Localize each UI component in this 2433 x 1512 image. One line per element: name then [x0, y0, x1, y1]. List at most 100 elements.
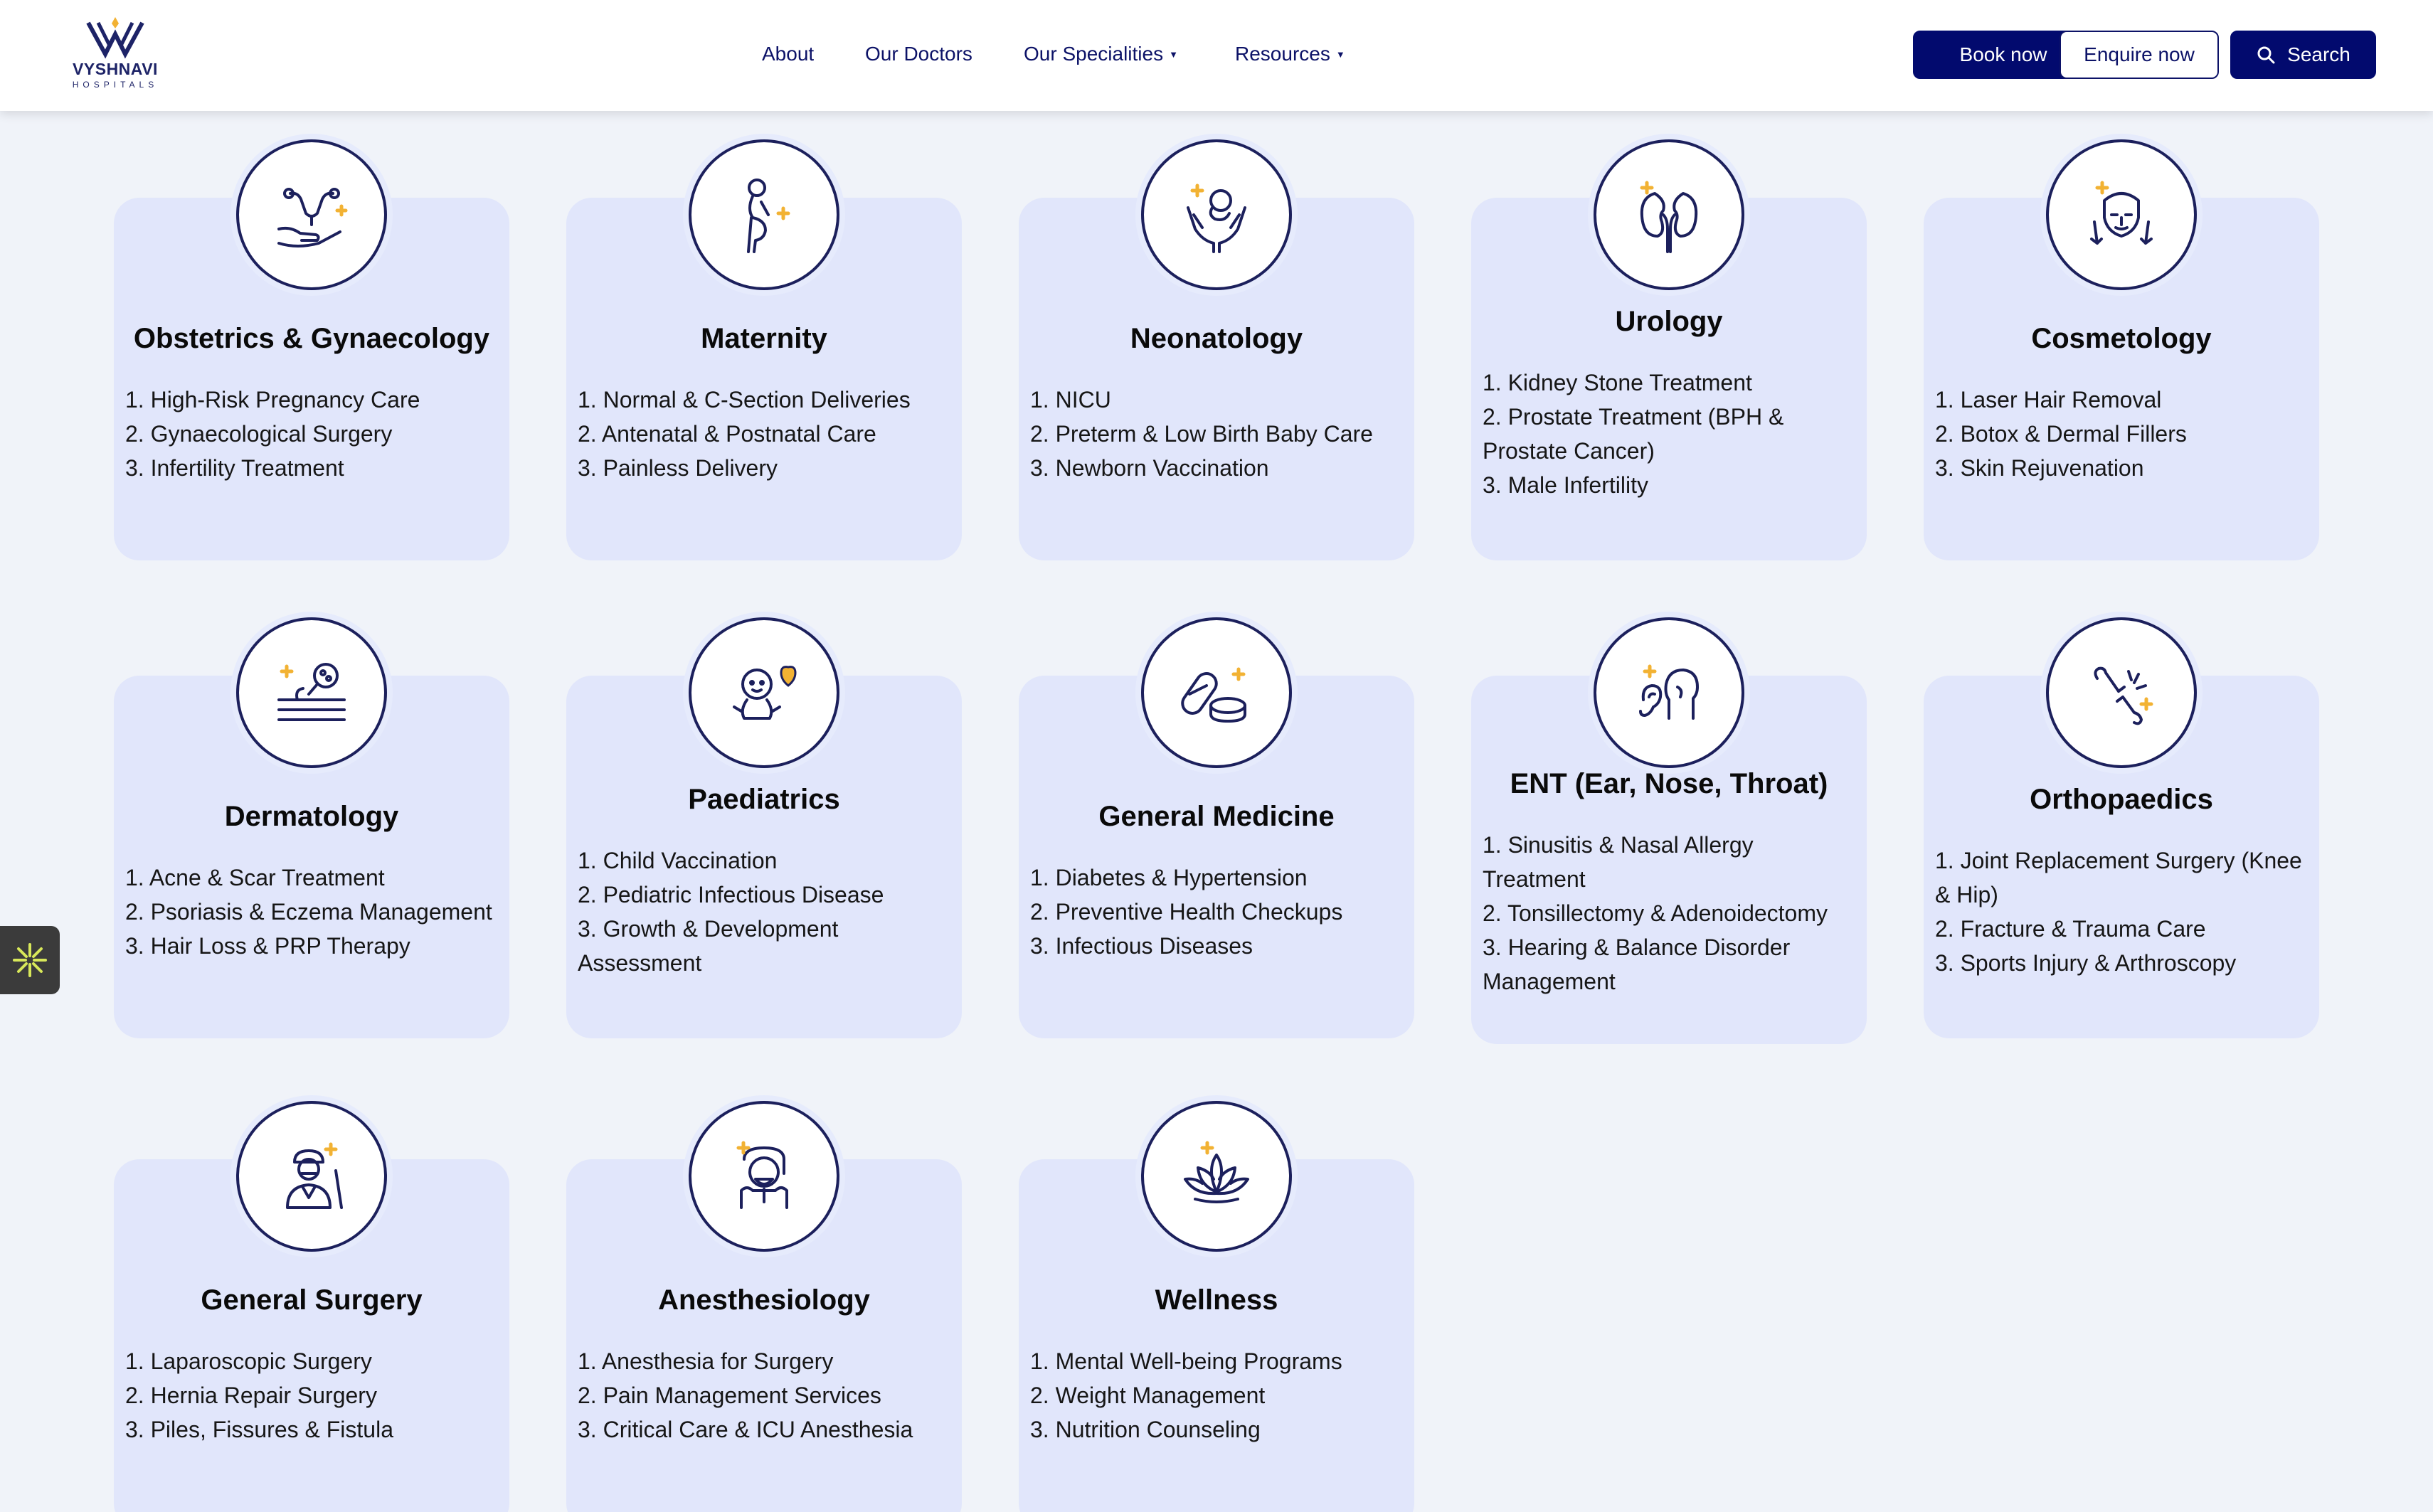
service-item: 1. Child Vaccination: [578, 848, 778, 873]
speciality-card-wellness[interactable]: Wellness 1. Mental Well-being Programs 2…: [1019, 1095, 1414, 1512]
icon-badge: [1135, 134, 1298, 296]
speciality-card-dermatology[interactable]: Dermatology 1. Acne & Scar Treatment 2. …: [114, 612, 509, 1038]
service-item: 1. Laser Hair Removal: [1935, 387, 2162, 412]
nav-our-specialities-label: Our Specialities: [1024, 43, 1164, 65]
speciality-card-cosmetology[interactable]: Cosmetology 1. Laser Hair Removal 2. Bot…: [1924, 134, 2319, 560]
accessibility-widget-button[interactable]: [0, 926, 60, 994]
bone-fracture-icon: [2094, 666, 2153, 725]
service-item: 3. Male Infertility: [1483, 472, 1648, 498]
search-button[interactable]: Search: [2230, 31, 2376, 79]
service-item: 3. Sports Injury & Arthroscopy: [1935, 950, 2237, 976]
ear-head-icon: [1639, 664, 1699, 720]
service-list: 1. Anesthesia for Surgery 2. Pain Manage…: [578, 1344, 955, 1447]
service-item: 1. Mental Well-being Programs: [1030, 1348, 1342, 1374]
service-item: 1. Laparoscopic Surgery: [125, 1348, 372, 1374]
service-list: 1. High-Risk Pregnancy Care 2. Gynaecolo…: [125, 383, 502, 485]
icon-badge: [683, 1095, 845, 1257]
nav-resources[interactable]: Resources ▼: [1235, 43, 1345, 65]
service-item: 1. Joint Replacement Surgery (Knee & Hip…: [1935, 848, 2302, 907]
service-item: 1. Normal & C-Section Deliveries: [578, 387, 911, 412]
icon-badge: [1588, 612, 1750, 774]
service-item: 2. Hernia Repair Surgery: [125, 1383, 377, 1408]
card-title: Orthopaedics: [2030, 784, 2213, 815]
logo-mark-icon: [86, 17, 144, 59]
service-item: 3. Infertility Treatment: [125, 455, 344, 481]
service-list: 1. NICU 2. Preterm & Low Birth Baby Care…: [1030, 383, 1407, 485]
service-item: 3. Infectious Diseases: [1030, 933, 1253, 959]
sparkle-icon: [13, 943, 47, 977]
icon-badge: [1135, 612, 1298, 774]
nav-about[interactable]: About: [762, 43, 814, 65]
service-item: 3. Nutrition Counseling: [1030, 1417, 1261, 1442]
speciality-card-general-medicine[interactable]: General Medicine 1. Diabetes & Hypertens…: [1019, 612, 1414, 1038]
nav-our-specialities[interactable]: Our Specialities ▼: [1024, 43, 1178, 65]
uterus-hand-icon: [277, 188, 348, 247]
baby-in-hands-icon: [1187, 183, 1246, 253]
service-list: 1. Sinusitis & Nasal Allergy Treatment 2…: [1483, 828, 1860, 999]
service-item: 2. Psoriasis & Eczema Management: [125, 899, 492, 925]
service-item: 3. Hair Loss & PRP Therapy: [125, 933, 410, 959]
service-item: 2. Prostate Treatment (BPH & Prostate Ca…: [1483, 404, 1784, 464]
service-item: 3. Hearing & Balance Disorder Management: [1483, 935, 1791, 994]
service-item: 3. Piles, Fissures & Fistula: [125, 1417, 393, 1442]
service-item: 1. High-Risk Pregnancy Care: [125, 387, 420, 412]
chevron-down-icon: ▼: [1169, 49, 1178, 60]
skin-magnifier-icon: [277, 663, 346, 721]
service-list: 1. Laparoscopic Surgery 2. Hernia Repair…: [125, 1344, 502, 1447]
icon-badge: [230, 134, 393, 296]
card-title: Neonatology: [1130, 323, 1303, 354]
service-item: 1. Anesthesia for Surgery: [578, 1348, 834, 1374]
service-item: 2. Pain Management Services: [578, 1383, 881, 1408]
hospital-logo[interactable]: VYSHNAVI HOSPITALS: [64, 17, 166, 94]
service-item: 3. Skin Rejuvenation: [1935, 455, 2144, 481]
service-list: 1. Acne & Scar Treatment 2. Psoriasis & …: [125, 861, 502, 963]
service-item: 3. Painless Delivery: [578, 455, 778, 481]
search-button-label: Search: [2287, 43, 2350, 65]
service-item: 1. Acne & Scar Treatment: [125, 865, 385, 890]
card-title: Paediatrics: [688, 784, 840, 815]
speciality-card-anesthesiology[interactable]: Anesthesiology 1. Anesthesia for Surgery…: [566, 1095, 962, 1512]
icon-badge: [230, 1095, 393, 1257]
service-item: 2. Antenatal & Postnatal Care: [578, 421, 876, 447]
service-list: 1. Mental Well-being Programs 2. Weight …: [1030, 1344, 1407, 1447]
service-item: 2. Tonsillectomy & Adenoidectomy: [1483, 900, 1828, 926]
icon-badge: [683, 612, 845, 774]
face-care-icon: [2090, 181, 2153, 245]
icon-badge: [2040, 134, 2203, 296]
site-header: VYSHNAVI HOSPITALS About Our Doctors Our…: [0, 0, 2433, 111]
search-icon: [2256, 45, 2276, 65]
service-item: 2. Weight Management: [1030, 1383, 1266, 1408]
logo-tagline: HOSPITALS: [72, 80, 159, 90]
speciality-card-urology[interactable]: Urology 1. Kidney Stone Treatment 2. Pro…: [1471, 134, 1867, 560]
service-item: 2. Gynaecological Surgery: [125, 421, 393, 447]
speciality-card-ent[interactable]: ENT (Ear, Nose, Throat) 1. Sinusitis & N…: [1471, 612, 1867, 1044]
nav-our-doctors[interactable]: Our Doctors: [865, 43, 972, 65]
service-item: 1. Sinusitis & Nasal Allergy Treatment: [1483, 832, 1754, 892]
service-item: 1. Kidney Stone Treatment: [1483, 370, 1752, 395]
service-list: 1. Laser Hair Removal 2. Botox & Dermal …: [1935, 383, 2312, 485]
service-list: 1. Kidney Stone Treatment 2. Prostate Tr…: [1483, 366, 1860, 502]
speciality-card-maternity[interactable]: Maternity 1. Normal & C-Section Deliveri…: [566, 134, 962, 560]
speciality-card-orthopaedics[interactable]: Orthopaedics 1. Joint Replacement Surger…: [1924, 612, 2319, 1038]
service-list: 1. Diabetes & Hypertension 2. Preventive…: [1030, 861, 1407, 963]
service-item: 2. Botox & Dermal Fillers: [1935, 421, 2187, 447]
service-list: 1. Child Vaccination 2. Pediatric Infect…: [578, 843, 955, 980]
card-title: Dermatology: [224, 801, 399, 832]
speciality-card-paediatrics[interactable]: Paediatrics 1. Child Vaccination 2. Pedi…: [566, 612, 962, 1038]
speciality-card-obstetrics[interactable]: Obstetrics & Gynaecology 1. High-Risk Pr…: [114, 134, 509, 560]
card-title: Maternity: [701, 323, 827, 354]
enquire-now-button[interactable]: Enquire now: [2060, 31, 2219, 79]
pregnant-woman-icon: [747, 179, 790, 253]
service-item: 1. NICU: [1030, 387, 1111, 412]
lotus-icon: [1184, 1141, 1249, 1203]
speciality-card-neonatology[interactable]: Neonatology 1. NICU 2. Preterm & Low Bir…: [1019, 134, 1414, 560]
service-item: 3. Critical Care & ICU Anesthesia: [578, 1417, 913, 1442]
service-item: 3. Newborn Vaccination: [1030, 455, 1269, 481]
speciality-card-general-surgery[interactable]: General Surgery 1. Laparoscopic Surgery …: [114, 1095, 509, 1512]
icon-badge: [683, 134, 845, 296]
card-title: Anesthesiology: [658, 1284, 870, 1316]
chevron-down-icon: ▼: [1335, 49, 1345, 60]
icon-badge: [230, 612, 393, 774]
nav-resources-label: Resources: [1235, 43, 1330, 65]
icon-badge: [1135, 1095, 1298, 1257]
